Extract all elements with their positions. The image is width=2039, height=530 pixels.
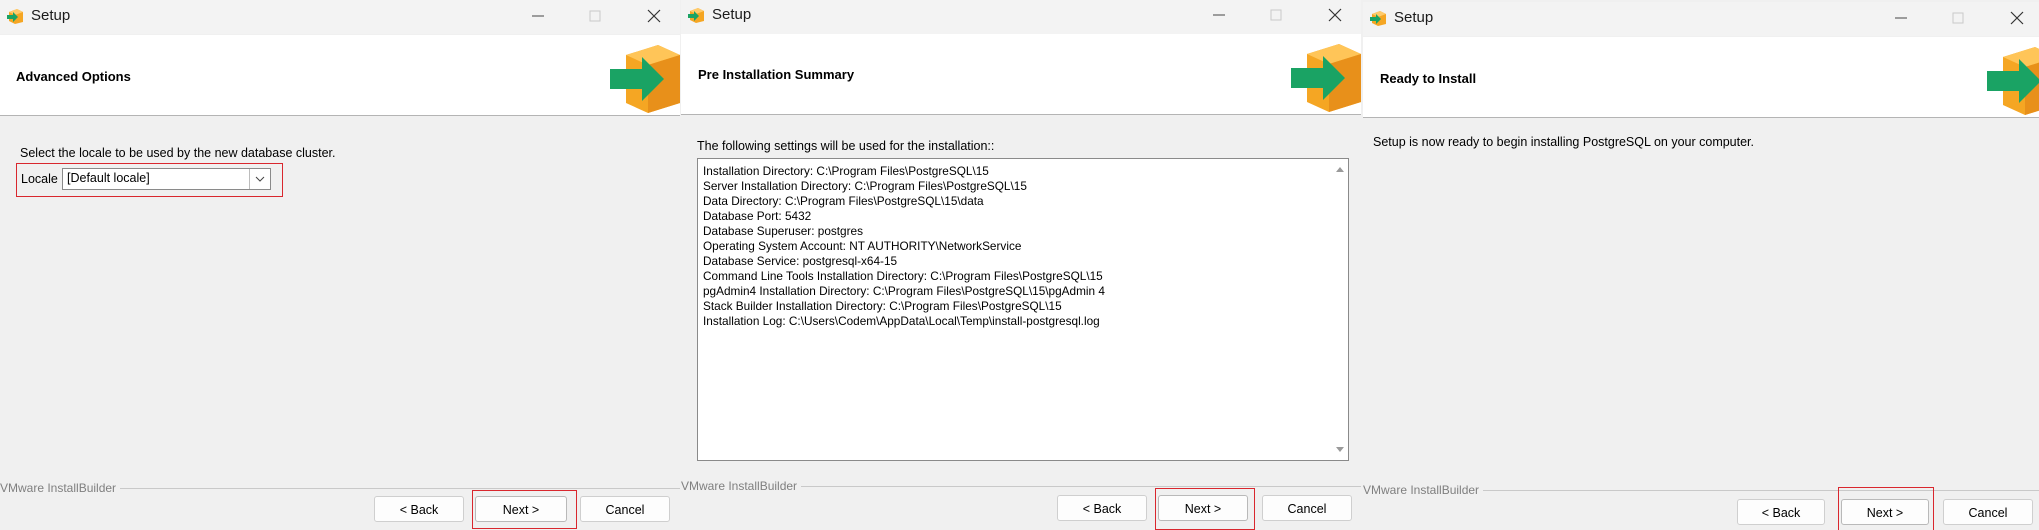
next-button[interactable]: Next > xyxy=(1158,495,1248,521)
summary-line: Server Installation Directory: C:\Progra… xyxy=(703,179,1027,193)
summary-line: Database Superuser: postgres xyxy=(703,224,864,238)
maximize-icon xyxy=(589,10,601,22)
installer-box-arrow-icon xyxy=(1291,44,1361,112)
summary-line: Command Line Tools Installation Director… xyxy=(703,269,1103,283)
back-button[interactable]: < Back xyxy=(1057,495,1147,521)
back-button[interactable]: < Back xyxy=(374,496,464,522)
page-title: Ready to Install xyxy=(1380,71,1477,86)
summary-line: Stack Builder Installation Directory: C:… xyxy=(703,299,1062,313)
wizard-header: Advanced Options xyxy=(0,35,680,116)
installer-box-icon xyxy=(1370,11,1386,26)
scroll-down-arrow-icon[interactable] xyxy=(1332,442,1348,458)
footer-brand: VMware InstallBuilder xyxy=(1363,483,1484,497)
summary-line: Installation Directory: C:\Program Files… xyxy=(703,164,989,178)
summary-line: Operating System Account: NT AUTHORITY\N… xyxy=(703,239,1022,253)
wizard-header: Ready to Install xyxy=(1363,37,2039,118)
locale-select-value: [Default locale] xyxy=(67,171,150,185)
close-icon[interactable] xyxy=(643,6,665,26)
summary-line: Installation Log: C:\Users\Codem\AppData… xyxy=(703,314,1100,328)
dropdown-button[interactable] xyxy=(249,169,270,189)
title-bar: Setup xyxy=(1363,2,2039,36)
locale-prompt: Select the locale to be used by the new … xyxy=(20,146,336,160)
close-icon[interactable] xyxy=(2006,8,2028,28)
footer-brand: VMware InstallBuilder xyxy=(0,481,121,495)
window-title: Setup xyxy=(31,7,71,24)
maximize-icon xyxy=(1270,9,1282,21)
summary-textbox[interactable]: Installation Directory: C:\Program Files… xyxy=(697,158,1349,461)
ready-message: Setup is now ready to begin installing P… xyxy=(1373,135,1755,149)
minimize-icon[interactable] xyxy=(527,6,549,26)
summary-line: pgAdmin4 Installation Directory: C:\Prog… xyxy=(703,284,1105,298)
minimize-icon[interactable] xyxy=(1208,5,1230,25)
summary-line: Database Service: postgresql-x64-15 xyxy=(703,254,898,268)
setup-window-pre-installation-summary: Setup Pre Installation Summary The follo… xyxy=(681,0,1361,530)
wizard-header: Pre Installation Summary xyxy=(681,34,1361,115)
maximize-icon xyxy=(1952,12,1964,24)
window-title: Setup xyxy=(712,6,752,23)
cancel-button[interactable]: Cancel xyxy=(1943,499,2033,525)
footer-brand: VMware InstallBuilder xyxy=(681,479,802,493)
summary-prompt: The following settings will be used for … xyxy=(697,139,995,153)
cancel-button[interactable]: Cancel xyxy=(1262,495,1352,521)
title-bar: Setup xyxy=(681,0,1361,34)
cancel-button[interactable]: Cancel xyxy=(580,496,670,522)
page-title: Pre Installation Summary xyxy=(698,67,855,82)
next-button[interactable]: Next > xyxy=(475,496,567,522)
setup-window-ready-to-install: Setup Ready to Install Setup is now read… xyxy=(1363,0,2039,530)
locale-label: Locale xyxy=(21,172,58,186)
title-bar: Setup xyxy=(0,0,680,34)
summary-line: Data Directory: C:\Program Files\Postgre… xyxy=(703,194,984,208)
summary-lines: Installation Directory: C:\Program Files… xyxy=(703,164,1303,329)
installer-box-icon xyxy=(7,9,23,24)
chevron-down-icon xyxy=(255,176,265,182)
close-icon[interactable] xyxy=(1324,5,1346,25)
installer-box-arrow-icon xyxy=(1987,47,2039,115)
page-title: Advanced Options xyxy=(16,69,131,84)
back-button[interactable]: < Back xyxy=(1737,499,1825,525)
installer-box-icon xyxy=(688,8,704,23)
vertical-scrollbar[interactable] xyxy=(1332,159,1348,460)
window-title: Setup xyxy=(1394,9,1434,26)
installer-box-arrow-icon xyxy=(610,45,680,113)
locale-select[interactable]: [Default locale] xyxy=(62,168,271,190)
setup-window-advanced-options: Setup Advanced Options Select the locale… xyxy=(0,0,680,530)
minimize-icon[interactable] xyxy=(1890,8,1912,28)
scroll-up-arrow-icon[interactable] xyxy=(1332,161,1348,177)
summary-line: Database Port: 5432 xyxy=(703,209,812,223)
next-button[interactable]: Next > xyxy=(1841,499,1929,525)
